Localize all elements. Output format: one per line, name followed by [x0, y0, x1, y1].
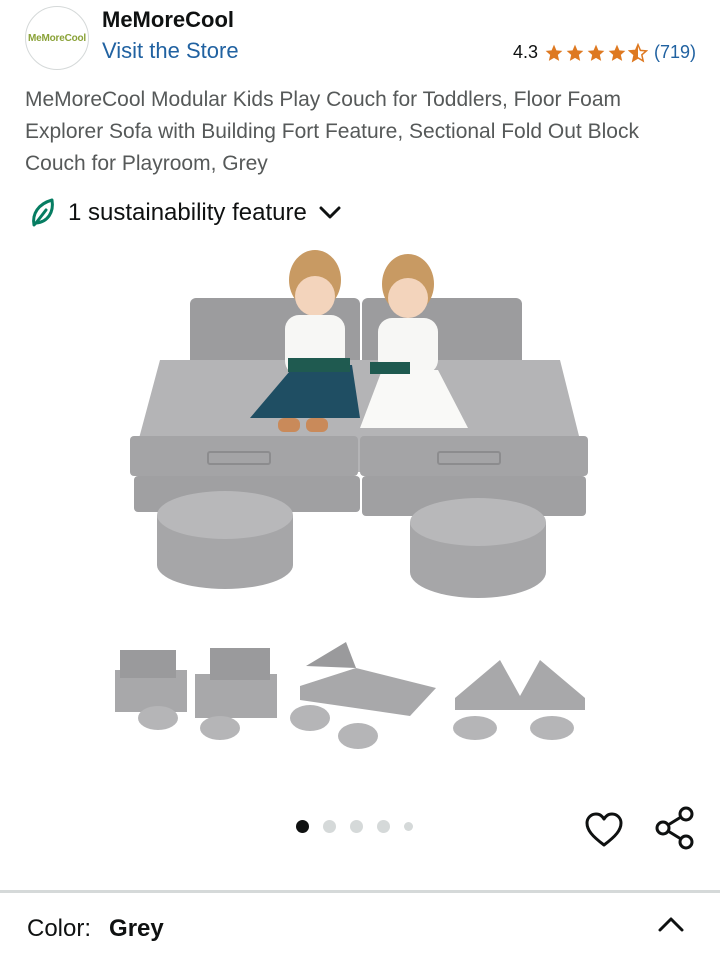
brand-name: MeMoreCool — [102, 7, 234, 32]
product-main-image[interactable] — [120, 240, 600, 610]
rating-value: 4.3 — [512, 42, 538, 62]
brand-logo[interactable]: MeMoreCool — [25, 6, 89, 70]
color-variation-row[interactable]: Color: Grey — [27, 915, 164, 943]
chevron-up-icon — [658, 917, 684, 932]
rating-summary[interactable]: 4.3 (719) — [513, 42, 696, 63]
star-icon — [587, 44, 605, 61]
brand-logo-text: MeMoreCool — [27, 32, 86, 44]
star-icon — [608, 44, 626, 61]
share-icon — [655, 806, 694, 850]
section-divider — [0, 890, 720, 893]
sustainability-label: 1 sustainability feature — [68, 199, 307, 226]
star-icon — [545, 44, 563, 61]
chevron-down-icon — [319, 206, 341, 219]
product-configuration-thumbnails — [115, 642, 585, 749]
carousel-dot[interactable] — [350, 820, 363, 833]
star-rating — [544, 42, 648, 63]
carousel-dot[interactable] — [404, 822, 413, 831]
sustainability-toggle[interactable]: 1 sustainability feature — [30, 198, 341, 228]
leaf-icon — [32, 198, 54, 227]
carousel-dot-active[interactable] — [296, 820, 309, 833]
carousel-dot[interactable] — [323, 820, 336, 833]
carousel-dot[interactable] — [377, 820, 390, 833]
color-label: Color: — [27, 915, 92, 942]
visit-store-link[interactable]: Visit the Store — [102, 38, 239, 64]
product-title: MeMoreCool Modular Kids Play Couch for T… — [25, 88, 639, 175]
image-carousel-dots[interactable] — [296, 820, 413, 833]
star-icon — [566, 44, 584, 61]
collapse-color-button[interactable] — [654, 908, 688, 942]
wishlist-button[interactable] — [584, 810, 624, 850]
color-value: Grey — [109, 915, 164, 942]
half-star-icon — [627, 42, 648, 62]
heart-icon — [585, 812, 623, 847]
review-count-link[interactable]: (719) — [654, 42, 696, 63]
store-header: MeMoreCool MeMoreCool Visit the Store 4.… — [0, 0, 720, 80]
share-button[interactable] — [654, 806, 696, 850]
